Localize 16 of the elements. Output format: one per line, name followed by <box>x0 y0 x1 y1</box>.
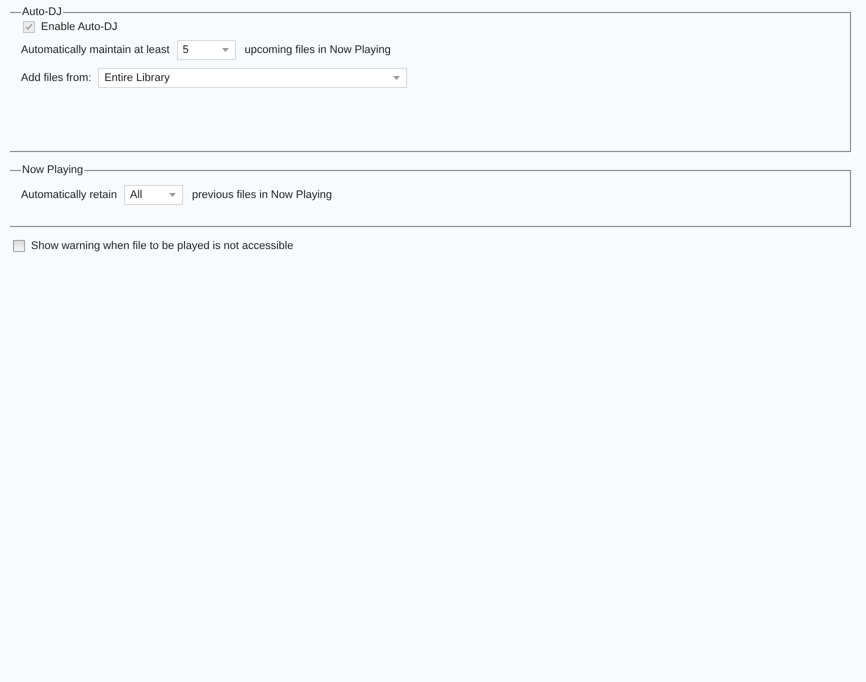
field-label: previous files in Now Playing <box>192 189 332 201</box>
caret-icon <box>393 76 400 80</box>
caret-icon <box>169 193 176 197</box>
field-label: upcoming files in Now Playing <box>244 44 391 56</box>
dropdown[interactable]: All <box>124 185 183 205</box>
field-label: Automatically maintain at least <box>21 44 170 56</box>
field-label: Automatically retain <box>21 189 117 201</box>
checkmark-icon <box>25 23 33 31</box>
caret-icon <box>222 48 229 52</box>
checkbox-box[interactable] <box>13 240 25 252</box>
checkbox-label: Enable Auto-DJ <box>41 21 118 33</box>
dropdown[interactable]: Entire Library <box>98 68 408 88</box>
group-title: Now Playing <box>21 164 84 176</box>
field-label: Add files from: <box>21 72 92 84</box>
group-title: Auto-DJ <box>21 6 63 18</box>
dropdown[interactable]: 5 <box>176 40 236 60</box>
